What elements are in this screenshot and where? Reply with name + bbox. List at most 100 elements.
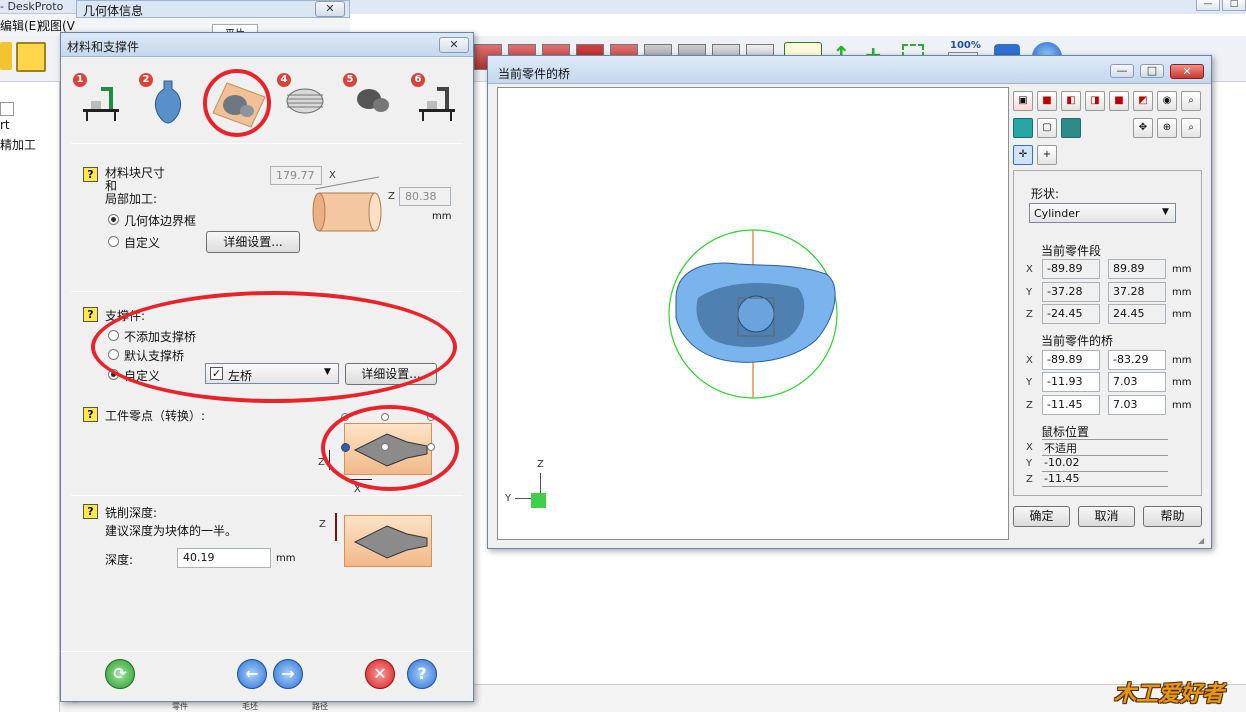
- block-size-label: 材料块尺寸 和 局部加工:: [105, 166, 166, 206]
- radio-custom-block[interactable]: [108, 236, 119, 247]
- zero-point-label: 工件零点（转换）:: [105, 409, 206, 423]
- eye-icon[interactable]: ◉: [1157, 91, 1177, 111]
- 3d-viewport[interactable]: Z Y: [497, 87, 1009, 540]
- segment-x-unit: mm: [1172, 264, 1192, 275]
- back-icon[interactable]: ←: [237, 659, 267, 689]
- bridge-y-max[interactable]: 7.03: [1108, 372, 1166, 392]
- open-icon[interactable]: [0, 42, 12, 70]
- zoom-100-icon[interactable]: ⌕: [1181, 91, 1201, 111]
- zoom-in-icon[interactable]: ⊕: [1157, 118, 1177, 138]
- depth-input[interactable]: 40.19: [177, 548, 271, 568]
- zoom-window-icon[interactable]: ⌕: [1181, 118, 1201, 138]
- view-top-icon[interactable]: ■: [1109, 91, 1129, 111]
- help-supports-button[interactable]: ?: [83, 307, 98, 322]
- segment-x-min[interactable]: -89.89: [1042, 259, 1100, 279]
- wireframe-view-icon[interactable]: ▢: [1037, 118, 1057, 138]
- app-minimize-button[interactable]: —: [1196, 0, 1220, 11]
- bottom-label[interactable]: 路径: [312, 701, 328, 712]
- annotation-ellipse: [321, 405, 459, 491]
- refresh-icon[interactable]: ⟳: [105, 659, 135, 689]
- bridge-y-unit: mm: [1172, 377, 1192, 388]
- save-icon[interactable]: [16, 42, 46, 72]
- view-right-icon[interactable]: ◨: [1085, 91, 1105, 111]
- help-icon[interactable]: ?: [407, 659, 437, 689]
- dialog-title: 材料和支撑件: [67, 40, 140, 54]
- part-icon: [357, 89, 389, 112]
- block-part-icon: [212, 82, 266, 128]
- help-depth-button[interactable]: ?: [83, 504, 98, 519]
- bridge-z-min[interactable]: -11.45: [1042, 395, 1100, 415]
- mouse-y-value: -10.02: [1042, 455, 1168, 471]
- dialog-titlebar: 材料和支撑件 ✕: [61, 33, 473, 57]
- dialog-title: 当前零件的桥: [498, 67, 571, 81]
- depth-unit: mm: [276, 553, 296, 564]
- ok-button[interactable]: 确定: [1013, 506, 1070, 527]
- tree-item[interactable]: rt: [0, 118, 10, 132]
- view-front-icon[interactable]: ▣: [1013, 91, 1033, 111]
- block-details-button[interactable]: 详细设置...: [206, 231, 300, 253]
- segment-y-min[interactable]: -37.28: [1042, 282, 1100, 302]
- next-icon[interactable]: →: [273, 659, 303, 689]
- shaded-view-icon[interactable]: [1013, 118, 1033, 138]
- geometry-info-close-button[interactable]: ✕: [315, 1, 345, 17]
- segment-y-max[interactable]: 37.28: [1108, 282, 1166, 302]
- segment-x-max[interactable]: 89.89: [1108, 259, 1166, 279]
- bridge-y-axis: Y: [1026, 377, 1033, 388]
- view-left-icon[interactable]: ◧: [1061, 91, 1081, 111]
- bottom-label[interactable]: 毛坯: [242, 701, 258, 712]
- segment-z-unit: mm: [1172, 309, 1192, 320]
- machine-icon: [419, 87, 455, 121]
- block-unit: mm: [432, 211, 452, 222]
- annotation-ellipse: [91, 291, 457, 403]
- bridge-y-min[interactable]: -11.93: [1042, 372, 1100, 392]
- bridge-x-min[interactable]: -89.89: [1042, 350, 1100, 370]
- radio-bounding-box-label[interactable]: 几何体边界框: [124, 212, 196, 229]
- milling-depth-label: 铣削深度:: [105, 506, 158, 520]
- segment-y-axis: Y: [1026, 287, 1033, 298]
- select-icon[interactable]: ✛: [1013, 145, 1033, 165]
- box-view-icon[interactable]: [1061, 118, 1081, 138]
- segment-z-min[interactable]: -24.45: [1042, 304, 1100, 324]
- radio-custom-block-label[interactable]: 自定义: [124, 234, 160, 251]
- close-button[interactable]: ✕: [1170, 64, 1204, 79]
- cancel-icon[interactable]: ✕: [365, 659, 395, 689]
- segment-z-max[interactable]: 24.45: [1108, 304, 1166, 324]
- shape-dropdown[interactable]: Cylinder ▼: [1029, 203, 1176, 223]
- cancel-button[interactable]: 取消: [1078, 506, 1135, 527]
- viewport-z-label: Z: [537, 459, 544, 470]
- radio-bounding-box[interactable]: [108, 214, 119, 225]
- segment-y-unit: mm: [1172, 287, 1192, 298]
- block-z-field[interactable]: 80.38: [399, 187, 451, 206]
- mouse-y-axis: Y: [1026, 458, 1033, 469]
- bridge-dialog: 当前零件的桥 — □ ✕ Z Y ▣ ■ ◧ ◨ ■ ◩ ◉ ⌕ ▢ ✥ ⊕ ⌕…: [487, 55, 1212, 549]
- geometry-info-title: 几何体信息: [83, 4, 144, 18]
- segment-label: 当前零件段: [1041, 244, 1102, 258]
- part-preview: [668, 229, 838, 399]
- mouse-z-value: -11.45: [1042, 471, 1168, 487]
- depth-image: [344, 515, 432, 567]
- geometry-info-window: 几何体信息 ✕: [76, 0, 350, 18]
- crosshair-icon[interactable]: +: [1037, 145, 1057, 165]
- help-button[interactable]: 帮助: [1143, 506, 1202, 527]
- tree-item[interactable]: 精加工: [0, 136, 36, 153]
- maximize-button[interactable]: □: [1140, 64, 1164, 78]
- segment-z-axis: Z: [1026, 309, 1033, 320]
- view-back-icon[interactable]: ■: [1037, 91, 1057, 111]
- mouse-x-value: 不适用: [1042, 439, 1168, 455]
- bridge-z-axis: Z: [1026, 400, 1033, 411]
- bridge-x-max[interactable]: -83.29: [1108, 350, 1166, 370]
- minimize-button[interactable]: —: [1110, 64, 1134, 78]
- dialog-close-button[interactable]: ✕: [439, 37, 469, 53]
- menu-edit[interactable]: 编辑(E): [0, 17, 41, 34]
- segment-x-axis: X: [1026, 264, 1033, 275]
- app-maximize-button[interactable]: □: [1222, 0, 1246, 11]
- bottom-label[interactable]: 零件: [172, 701, 188, 712]
- help-zero-point-button[interactable]: ?: [83, 407, 98, 422]
- help-block-size-button[interactable]: ?: [83, 167, 98, 182]
- bridge-z-max[interactable]: 7.03: [1108, 395, 1166, 415]
- pan-icon[interactable]: ✥: [1133, 118, 1153, 138]
- shape-label: 形状:: [1031, 187, 1060, 201]
- resize-grip-icon[interactable]: ◢: [1198, 536, 1208, 546]
- zoom-label: 100%: [950, 40, 981, 51]
- view-bottom-icon[interactable]: ◩: [1133, 91, 1153, 111]
